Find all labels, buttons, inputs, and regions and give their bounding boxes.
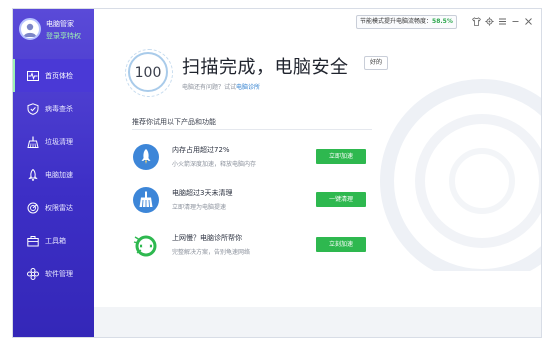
sidebar-item-label: 垃圾清理 xyxy=(45,138,73,146)
sidebar-item-toolbox[interactable]: 工具箱 xyxy=(13,224,94,257)
rocket-icon xyxy=(133,144,159,170)
speed-up-network-button[interactable]: 立刻加速 xyxy=(316,237,366,252)
sidebar: 电脑管家 登录享特权 首页体检 病毒查杀 垃圾清理 电脑加速 权限雷达 工具箱 … xyxy=(13,9,94,337)
sidebar-item-label: 首页体检 xyxy=(45,72,73,80)
minimize-icon xyxy=(512,21,519,22)
close-button[interactable] xyxy=(524,17,533,26)
app-grid-icon xyxy=(27,268,39,280)
minimize-button[interactable] xyxy=(511,17,520,26)
one-click-clean-button[interactable]: 一键清理 xyxy=(316,192,366,207)
shirt-icon xyxy=(472,17,481,26)
recommend-title-text: 电脑超过3天未清理 xyxy=(172,189,233,197)
recommend-item-cleanup: 电脑超过3天未清理 立即清理为电脑提速 一键清理 xyxy=(132,184,392,218)
recommend-item-network: 上网慢？电脑诊所帮你 完整解决方案，告别龟速网络 立刻加速 xyxy=(132,229,392,263)
sidebar-item-label: 工具箱 xyxy=(45,237,66,245)
sidebar-item-label: 病毒查杀 xyxy=(45,105,73,113)
background-decoration xyxy=(380,79,541,271)
sidebar-item-label: 权限雷达 xyxy=(45,204,73,212)
menu-icon xyxy=(499,18,506,25)
ok-button[interactable]: 好的 xyxy=(364,56,389,70)
recommend-title: 推荐你试用以下产品和功能 xyxy=(132,118,216,126)
profile[interactable]: 电脑管家 登录享特权 xyxy=(13,9,94,51)
recommend-title-text: 上网慢？电脑诊所帮你 xyxy=(172,234,242,242)
main-content: 100 扫描完成，电脑安全 好的 电脑还有问题？试试电脑诊所 推荐你试用以下产品… xyxy=(94,31,541,337)
recommend-title-text: 内存占用超过72% xyxy=(172,146,230,154)
title-bar: 节能模式提升电脑流畅度：58.5% xyxy=(94,9,541,31)
sidebar-item-speedup[interactable]: 电脑加速 xyxy=(13,158,94,191)
sidebar-item-label: 软件管理 xyxy=(45,270,73,278)
recommend-desc-text: 小火箭深度加速，释放电脑内存 xyxy=(172,161,257,168)
broom-icon xyxy=(27,136,39,148)
sidebar-item-software[interactable]: 软件管理 xyxy=(13,257,94,290)
broom-icon xyxy=(133,187,159,213)
close-icon xyxy=(525,18,532,25)
sidebar-item-cleanup[interactable]: 垃圾清理 xyxy=(13,125,94,158)
shield-icon xyxy=(27,103,39,115)
recommend-item-memory: 内存占用超过72% 小火箭深度加速，释放电脑内存 立即加速 xyxy=(132,141,392,175)
power-saving-mode-toggle[interactable]: 节能模式提升电脑流畅度：58.5% xyxy=(356,15,457,29)
sidebar-item-label: 电脑加速 xyxy=(45,171,73,179)
heartbeat-icon xyxy=(27,71,39,81)
menu-button[interactable] xyxy=(498,17,507,26)
gear-icon xyxy=(485,17,494,26)
status-bar xyxy=(94,307,541,337)
health-score: 100 xyxy=(134,65,162,81)
mode-percent: 58.5% xyxy=(432,18,453,25)
scan-subline: 电脑还有问题？试试电脑诊所 xyxy=(182,82,260,91)
toolbox-icon xyxy=(27,236,39,247)
rocket-icon xyxy=(28,169,38,181)
recommend-desc-text: 完整解决方案，告别龟速网络 xyxy=(172,249,251,256)
user-icon xyxy=(23,23,37,37)
sidebar-nav: 首页体检 病毒查杀 垃圾清理 电脑加速 权限雷达 工具箱 软件管理 xyxy=(13,59,94,290)
app-name: 电脑管家 xyxy=(46,20,74,28)
divider xyxy=(132,129,372,130)
speed-up-now-button[interactable]: 立即加速 xyxy=(316,149,366,164)
radar-icon xyxy=(27,202,39,214)
sidebar-item-radar[interactable]: 权限雷达 xyxy=(13,191,94,224)
browser-icon xyxy=(133,235,157,257)
sidebar-item-checkup[interactable]: 首页体检 xyxy=(13,59,94,92)
scan-result-headline: 扫描完成，电脑安全 xyxy=(182,57,349,78)
login-link[interactable]: 登录享特权 xyxy=(46,31,81,41)
skin-button[interactable] xyxy=(472,17,481,26)
subline-text: 电脑还有问题？试试 xyxy=(182,84,237,91)
mode-text: 节能模式提升电脑流畅度： xyxy=(360,18,433,25)
health-score-ring: 100 xyxy=(125,49,173,97)
sidebar-item-antivirus[interactable]: 病毒查杀 xyxy=(13,92,94,125)
recommend-desc-text: 立即清理为电脑提速 xyxy=(172,204,227,211)
pc-clinic-link[interactable]: 电脑诊所 xyxy=(236,84,260,91)
settings-button[interactable] xyxy=(485,17,494,26)
avatar[interactable] xyxy=(19,18,41,40)
app-window: 电脑管家 登录享特权 首页体检 病毒查杀 垃圾清理 电脑加速 权限雷达 工具箱 … xyxy=(12,8,542,338)
